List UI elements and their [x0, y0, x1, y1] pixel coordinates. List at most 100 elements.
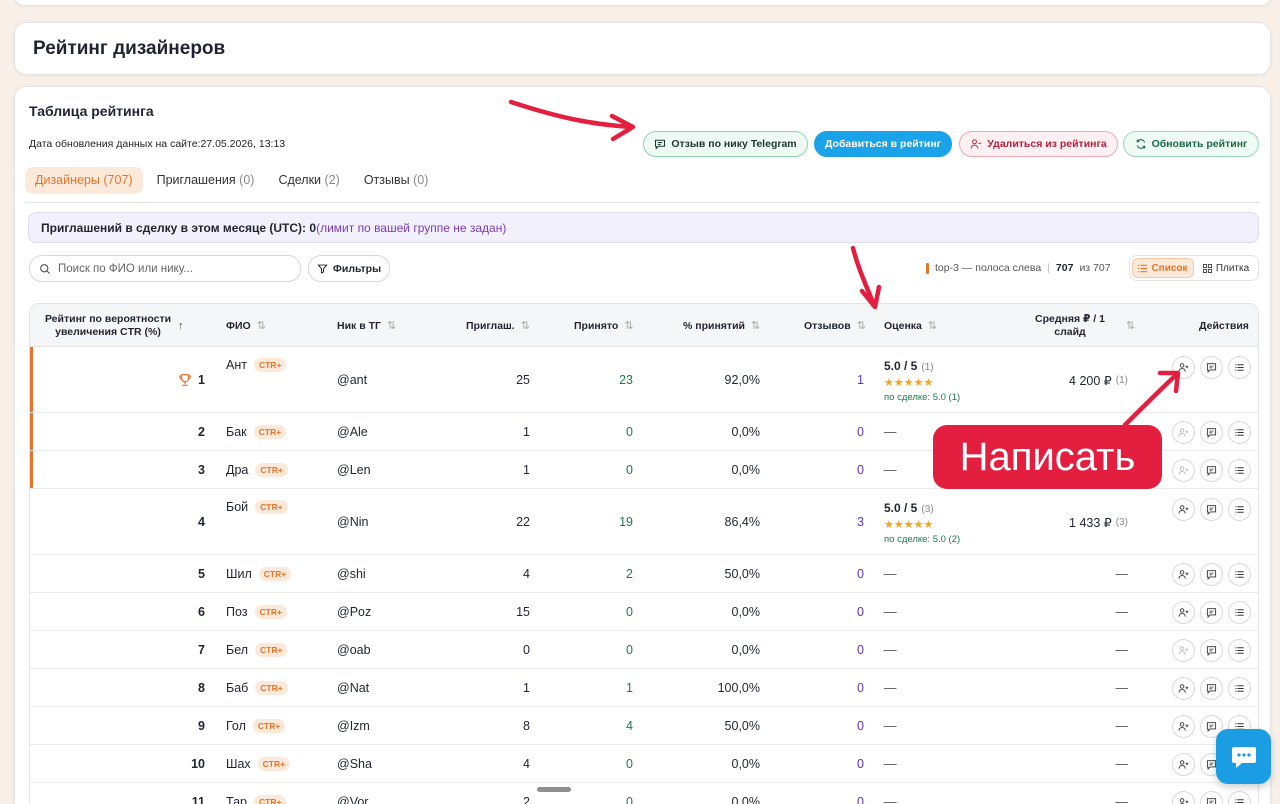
rank-value: 2: [198, 425, 205, 439]
message-button[interactable]: [1200, 458, 1223, 482]
view-list-button[interactable]: Список: [1132, 258, 1194, 278]
rating-cell: —: [884, 719, 897, 733]
invite-button[interactable]: [1172, 752, 1195, 776]
price-count: (1): [1115, 374, 1128, 386]
message-button[interactable]: [1200, 790, 1223, 804]
col-reviews[interactable]: Отзывов ⇅: [804, 304, 866, 347]
reviews-cell[interactable]: 0: [790, 640, 864, 660]
details-button[interactable]: [1228, 562, 1251, 586]
chat-icon: [1231, 746, 1256, 768]
message-button[interactable]: [1200, 355, 1223, 379]
invite-button[interactable]: [1172, 562, 1195, 586]
invite-button[interactable]: [1172, 600, 1195, 624]
message-button[interactable]: [1200, 497, 1223, 521]
col-accepted[interactable]: Принято ⇅: [574, 304, 634, 347]
remove-from-rating-button[interactable]: Удалиться из рейтинга: [959, 131, 1118, 157]
col-rank[interactable]: Рейтинг по вероятности увеличения CTR (%…: [44, 304, 194, 347]
price-cell: 4 200 ₽ (1): [1020, 370, 1128, 390]
details-button[interactable]: [1228, 355, 1251, 379]
invite-button[interactable]: [1172, 676, 1195, 700]
tab-invitations[interactable]: Приглашения (0): [147, 167, 265, 194]
pct-cell: 0,0%: [731, 757, 761, 771]
tab-deals[interactable]: Сделки (2): [268, 167, 349, 194]
message-button[interactable]: [1200, 562, 1223, 586]
details-button[interactable]: [1228, 600, 1251, 624]
invite-button[interactable]: [1172, 355, 1195, 379]
details-button[interactable]: [1228, 497, 1251, 521]
add-to-rating-button[interactable]: Добавиться в рейтинг: [814, 131, 952, 157]
reviews-cell[interactable]: 0: [790, 678, 864, 698]
invited-cell: 2: [523, 795, 530, 804]
tab-count: (0): [413, 173, 429, 187]
ctr-badge: CTR+: [255, 681, 288, 695]
rating-cell: 5.0 / 5 (1) ★★★★★ по сделке: 5.0 (1): [884, 355, 960, 407]
rank-cell: 1: [30, 370, 205, 390]
page-header: Рейтинг дизайнеров: [14, 22, 1271, 75]
details-button[interactable]: [1228, 458, 1251, 482]
list-icon: [1138, 264, 1148, 272]
telegram-nick: @Vor: [337, 795, 369, 804]
tab-designers[interactable]: Дизайнеры (707): [25, 167, 143, 194]
view-tiles-button[interactable]: Плитка: [1196, 258, 1256, 278]
col-name[interactable]: ФИО ⇅: [226, 304, 266, 347]
reviews-cell[interactable]: 3: [790, 512, 864, 532]
invite-button[interactable]: [1172, 497, 1195, 521]
accepted-cell: 0: [626, 425, 633, 439]
reviews-cell[interactable]: 0: [790, 564, 864, 584]
reviews-cell[interactable]: 0: [790, 792, 864, 804]
invited-cell: 8: [523, 719, 530, 733]
filters-button[interactable]: Фильтры: [308, 255, 390, 282]
reviews-cell[interactable]: 0: [790, 602, 864, 622]
message-button[interactable]: [1200, 638, 1223, 662]
reviews-cell[interactable]: 1: [790, 370, 864, 390]
invite-button[interactable]: [1172, 458, 1195, 482]
price-cell: —: [1115, 643, 1129, 657]
ctr-badge: CTR+: [257, 757, 291, 771]
invite-button[interactable]: [1172, 420, 1195, 444]
updated-label: Дата обновления данных на сайте:: [29, 138, 201, 150]
reviews-cell[interactable]: 0: [790, 460, 864, 480]
designer-name: Дра: [226, 463, 249, 477]
col-nick[interactable]: Ник в ТГ ⇅: [337, 304, 396, 347]
message-icon: [1206, 465, 1217, 476]
invite-button[interactable]: [1172, 790, 1195, 804]
table-row: 1 Ант CTR+ @ant 25 23 92,0% 1 5.0 / 5 (1) ★★★★★ по …: [30, 347, 1258, 413]
grid-icon: [1202, 263, 1212, 273]
message-button[interactable]: [1200, 420, 1223, 444]
reviews-cell[interactable]: 0: [790, 754, 864, 774]
col-rating-label: Оценка: [884, 319, 922, 332]
reviews-cell[interactable]: 0: [790, 716, 864, 736]
col-reviews-label: Отзывов: [804, 319, 851, 332]
designer-name: Тар: [226, 795, 247, 804]
details-button[interactable]: [1228, 638, 1251, 662]
invited-cell: 4: [523, 567, 530, 581]
table-row: 4 Бой CTR+ @Nin 22 19 86,4% 3 5.0 / 5 (3) ★★★★★ по …: [30, 489, 1258, 555]
tab-reviews[interactable]: Отзывы (0): [354, 167, 439, 194]
pct-cell: 92,0%: [724, 373, 760, 387]
message-icon: [1206, 607, 1217, 618]
search-input[interactable]: [58, 262, 278, 275]
reviews-cell[interactable]: 0: [790, 422, 864, 442]
details-button[interactable]: [1228, 420, 1251, 444]
refresh-rating-button[interactable]: Обновить рейтинг: [1123, 131, 1259, 157]
details-button[interactable]: [1228, 790, 1251, 804]
invite-button[interactable]: [1172, 638, 1195, 662]
nick-cell: @Poz: [337, 602, 371, 622]
details-button[interactable]: [1228, 676, 1251, 700]
review-telegram-button[interactable]: Отзыв по нику Telegram: [643, 131, 808, 157]
col-price[interactable]: Средняя ₽ / 1 слайд ⇅: [1030, 304, 1135, 347]
chat-button[interactable]: [1216, 729, 1271, 784]
message-button[interactable]: [1200, 600, 1223, 624]
col-pct[interactable]: % принятий ⇅: [683, 304, 760, 347]
message-button[interactable]: [1200, 676, 1223, 700]
user-plus-icon: [1178, 427, 1189, 438]
invite-button[interactable]: [1172, 714, 1195, 738]
table-body: 1 Ант CTR+ @ant 25 23 92,0% 1 5.0 / 5 (1) ★★★★★ по …: [30, 347, 1258, 804]
scroll-handle[interactable]: [537, 787, 571, 792]
col-invited[interactable]: Приглаш. ⇅: [466, 304, 530, 347]
rating-count: (1): [921, 362, 934, 373]
sort-icon: ⇅: [624, 320, 634, 332]
user-plus-icon: [1178, 607, 1189, 618]
col-rating[interactable]: Оценка ⇅: [884, 304, 937, 347]
name-cell: Тар CTR+: [226, 792, 287, 804]
